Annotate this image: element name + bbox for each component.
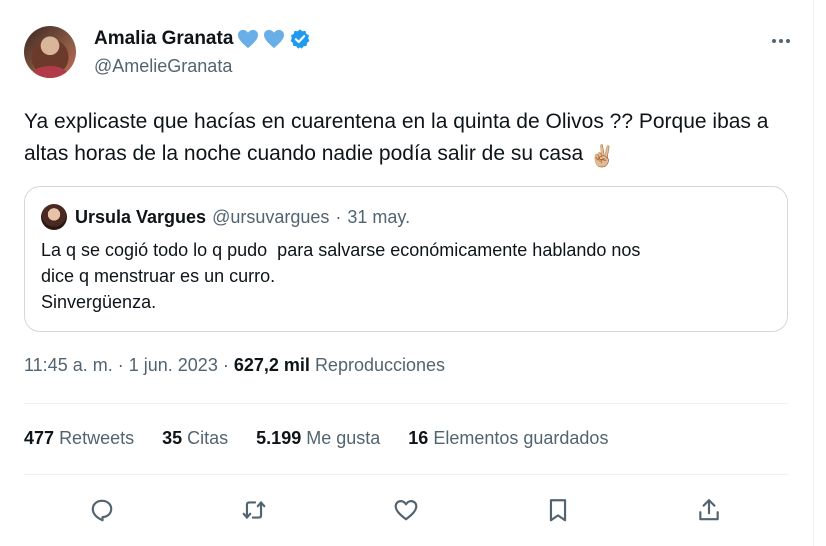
- stat-label: Me gusta: [306, 428, 381, 448]
- bookmark-icon: [549, 499, 567, 522]
- like-button[interactable]: [386, 490, 426, 530]
- quoted-line: dice q menstruar es un curro.: [41, 266, 276, 286]
- tweet-text: Ya explicaste que hacías en cuarentena e…: [24, 106, 794, 173]
- meta-separator: ·: [222, 355, 229, 375]
- quoted-tweet-header: Ursula Vargues @ursuvargues · 31 may.: [41, 204, 410, 230]
- tweet-date[interactable]: 1 jun. 2023: [129, 355, 218, 375]
- views-count: 627,2 mil: [233, 355, 310, 375]
- author-handle[interactable]: @AmelieGranata: [94, 56, 232, 77]
- reply-button[interactable]: [82, 490, 122, 530]
- stat-count: 35: [162, 428, 183, 448]
- quoted-line: La q se cogió todo lo q pudo para salvar…: [41, 240, 641, 260]
- quoted-date: 31 may.: [347, 206, 411, 227]
- meta-separator: ·: [117, 355, 124, 375]
- victory-hand-emoji: ✌🏼: [589, 145, 616, 168]
- more-options-icon[interactable]: [766, 30, 796, 52]
- stat-retweets[interactable]: 477 Retweets: [24, 428, 134, 449]
- stat-quotes[interactable]: 35 Citas: [162, 428, 228, 449]
- author-name-row: Amalia Granata: [94, 28, 311, 50]
- avatar-shirt: [32, 66, 68, 78]
- quoted-author-handle: @ursuvargues: [212, 206, 330, 227]
- stat-label: Elementos guardados: [433, 428, 609, 448]
- quoted-author-name: Ursula Vargues: [75, 206, 207, 227]
- stat-likes[interactable]: 5.199 Me gusta: [256, 428, 380, 449]
- quoted-tweet-body: La q se cogió todo lo q pudo para salvar…: [41, 237, 771, 315]
- reply-icon: [91, 499, 113, 522]
- stat-label: Citas: [187, 428, 229, 448]
- retweet-icon: [242, 501, 266, 519]
- quoted-line: Sinvergüenza.: [41, 292, 157, 312]
- divider: [24, 474, 788, 475]
- divider: [24, 403, 788, 404]
- blue-heart-icon: [238, 29, 259, 49]
- author-display-name[interactable]: Amalia Granata: [94, 28, 233, 50]
- tweet-meta: 11:45 a. m. · 1 jun. 2023 · 627,2 mil Re…: [24, 355, 445, 376]
- stat-bookmarks[interactable]: 16 Elementos guardados: [408, 428, 608, 449]
- tweet-header: Amalia Granata @AmelieGranata: [24, 26, 796, 82]
- tweet-time[interactable]: 11:45 a. m.: [24, 355, 113, 375]
- verified-badge-icon[interactable]: [289, 28, 311, 50]
- bookmark-button[interactable]: [538, 490, 578, 530]
- share-button[interactable]: [689, 490, 729, 530]
- quoted-tweet[interactable]: Ursula Vargues @ursuvargues · 31 may. La…: [24, 186, 788, 332]
- stat-label: Retweets: [59, 428, 135, 448]
- column-border: [813, 0, 814, 546]
- retweet-button[interactable]: [234, 490, 274, 530]
- quoted-separator: ·: [335, 206, 342, 227]
- like-icon: [394, 500, 418, 521]
- engagement-stats: 477 Retweets 35 Citas 5.199 Me gusta 16 …: [24, 428, 636, 449]
- tweet-body: Ya explicaste que hacías en cuarentena e…: [24, 110, 769, 165]
- share-icon: [699, 499, 719, 521]
- action-bar: [24, 480, 788, 536]
- views-label: Reproducciones: [314, 355, 446, 375]
- quoted-author-avatar: [41, 204, 67, 230]
- stat-count: 5.199: [256, 428, 302, 448]
- stat-count: 16: [408, 428, 429, 448]
- stat-count: 477: [24, 428, 55, 448]
- author-avatar[interactable]: [24, 26, 76, 78]
- blue-heart-icon: [264, 29, 285, 49]
